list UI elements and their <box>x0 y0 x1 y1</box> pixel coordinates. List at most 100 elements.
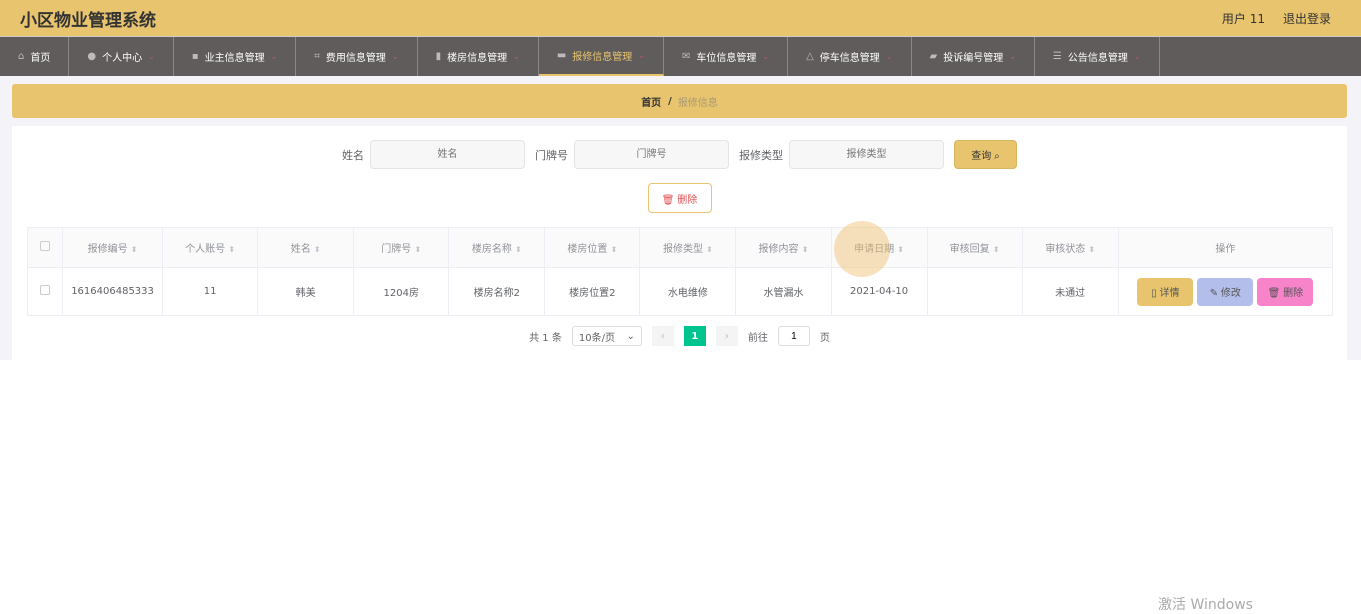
delete-button[interactable]: 🗑 删除 <box>1257 277 1314 306</box>
nav-item[interactable]: ▮ 楼房信息管理 ⌄ <box>418 37 539 76</box>
query-button[interactable]: 查询 ⌕ <box>954 140 1017 169</box>
sort-icon[interactable]: ⬍ <box>414 245 421 254</box>
prev-page-button[interactable]: ‹ <box>651 326 674 346</box>
page-button[interactable]: 1 <box>683 326 706 346</box>
sort-icon[interactable]: ⬍ <box>897 245 904 254</box>
chevron-down-icon: ⌄ <box>1009 52 1016 61</box>
batch-delete-button[interactable]: 🗑 删除 <box>647 183 712 213</box>
column-header[interactable]: 姓名 ⬍ <box>257 227 355 268</box>
chevron-down-icon: ⌄ <box>513 52 520 61</box>
search-form: 姓名 门牌号 报修类型 查询 ⌕ <box>27 140 1332 169</box>
header-label: 楼房名称 <box>471 244 512 255</box>
nav-item[interactable]: △ 停车信息管理 ⌄ <box>788 37 912 76</box>
chevron-down-icon: ⌄ <box>391 52 399 61</box>
next-page-button[interactable]: › <box>715 326 738 346</box>
sort-icon[interactable]: ⬍ <box>228 245 235 254</box>
breadcrumb: 首页 / 报修信息 <box>12 84 1347 118</box>
goto-label: 前往 <box>747 332 768 344</box>
column-header[interactable]: 报修编号 ⬍ <box>62 227 164 268</box>
column-header[interactable]: 报修类型 ⬍ <box>639 227 737 268</box>
page-unit-label: 页 <box>819 332 830 344</box>
nav-label: 楼房信息管理 <box>447 53 508 64</box>
nav-label: 车位信息管理 <box>696 53 757 64</box>
home-icon: ⌂ <box>18 51 25 62</box>
type-input[interactable] <box>789 140 944 169</box>
wallet-icon: ▪ <box>191 51 199 62</box>
sort-icon[interactable]: ⬍ <box>706 245 713 254</box>
detail-button[interactable]: ▯ 详情 <box>1137 277 1194 306</box>
nav-label: 停车信息管理 <box>819 53 880 64</box>
header-label: 审核状态 <box>1045 244 1086 255</box>
sort-icon[interactable]: ⬍ <box>314 245 321 254</box>
nav-item[interactable]: ▬ 报修信息管理 ⌄ <box>538 37 664 76</box>
actions-cell: ▯ 详情 ✎ 修改 🗑 删除 <box>1117 267 1334 316</box>
nav-item[interactable]: ▪ 业主信息管理 ⌄ <box>174 37 297 76</box>
table-row: 1616406485333 11 韩美 1204房 楼房名称2 楼房位置2 水电维修 水管漏水… <box>26 267 1334 316</box>
chevron-down-icon: ⌄ <box>762 52 770 61</box>
table-cell: 1616406485333 <box>62 267 164 316</box>
row-checkbox[interactable] <box>26 267 64 316</box>
table-cell: 水电维修 <box>639 267 737 316</box>
app-title: 小区物业管理系统 <box>20 10 156 31</box>
sort-icon[interactable]: ⬍ <box>993 245 1000 254</box>
sort-icon[interactable]: ⬍ <box>515 245 522 254</box>
nav-item[interactable]: ▰ 投诉编号管理 ⌄ <box>912 37 1035 76</box>
nav-label: 公告信息管理 <box>1067 53 1128 64</box>
header-label: 报修类型 <box>662 244 703 255</box>
table-cell: 楼房位置2 <box>544 267 641 316</box>
total-count: 共 1 条 <box>529 332 562 344</box>
crop-icon: ⌗ <box>314 51 320 62</box>
nav-item[interactable]: ✉ 车位信息管理 ⌄ <box>664 37 789 76</box>
chevron-down-icon: ⌄ <box>148 52 155 61</box>
chevron-down-icon: ⌄ <box>638 51 645 60</box>
header-label: 个人账号 <box>185 244 226 255</box>
table-cell: 2021-04-10 <box>830 267 928 316</box>
column-header: 操作 <box>1117 227 1334 268</box>
nav-label: 业主信息管理 <box>204 53 265 64</box>
select-all-checkbox[interactable] <box>26 227 64 268</box>
door-input[interactable] <box>574 140 729 169</box>
table-cell: 11 <box>162 267 259 316</box>
nav-label: 报修信息管理 <box>572 52 633 63</box>
sort-icon[interactable]: ⬍ <box>1088 245 1095 254</box>
repair-table: 报修编号 ⬍ 个人账号 ⬍ 姓名 ⬍ 门牌号 ⬍ 楼房名称 ⬍ 楼房位置 ⬍ 报修类型 ⬍ 报… <box>26 227 1334 316</box>
header-label: 姓名 <box>290 244 311 255</box>
main-nav: ⌂ 首页 ● 个人中心 ⌄ ▪ 业主信息管理 ⌄ ⌗ 费用信息管理 ⌄ ▮ 楼房信息管理 ⌄ ▬ 报修信息管理… <box>0 36 1361 76</box>
sort-icon[interactable]: ⬍ <box>611 245 618 254</box>
user-label: 用户 11 <box>1221 11 1265 26</box>
name-input[interactable] <box>370 140 525 169</box>
header-label: 操作 <box>1215 244 1236 255</box>
header-label: 楼房位置 <box>567 244 608 255</box>
sort-icon[interactable]: ⬍ <box>131 245 138 254</box>
nav-item[interactable]: ⌂ 首页 <box>0 37 70 76</box>
sort-icon[interactable]: ⬍ <box>802 245 809 254</box>
header-label: 报修编号 <box>87 244 128 255</box>
chevron-down-icon: ⌄ <box>626 330 635 342</box>
chevron-down-icon: ⌄ <box>270 52 278 61</box>
column-header[interactable]: 门牌号 ⬍ <box>353 227 450 268</box>
column-header[interactable]: 报修内容 ⬍ <box>735 227 832 268</box>
name-label: 姓名 <box>342 148 364 162</box>
column-header[interactable]: 楼房名称 ⬍ <box>448 227 546 268</box>
type-label: 报修类型 <box>739 148 783 162</box>
door-label: 门牌号 <box>535 148 568 162</box>
page-size-value: 10条/页 <box>578 332 615 344</box>
page-size-select[interactable]: 10条/页 ⌄ <box>571 326 642 346</box>
column-header[interactable]: 楼房位置 ⬍ <box>544 227 641 268</box>
top-bar: 小区物业管理系统 用户 11 退出登录 <box>0 0 1361 36</box>
table-cell: 韩美 <box>257 267 355 316</box>
column-header[interactable]: 审核回复 ⬍ <box>926 227 1023 268</box>
nav-item[interactable]: ☰ 公告信息管理 ⌄ <box>1035 37 1160 76</box>
edit-button[interactable]: ✎ 修改 <box>1197 277 1254 306</box>
column-header[interactable]: 审核状态 ⬍ <box>1021 227 1119 268</box>
goto-page-input[interactable] <box>777 326 810 346</box>
column-header[interactable]: 个人账号 ⬍ <box>162 227 259 268</box>
table-cell <box>926 267 1023 316</box>
table-cell: 1204房 <box>353 267 450 316</box>
table-cell: 水管漏水 <box>735 267 832 316</box>
building-icon: ▮ <box>435 51 442 62</box>
nav-item[interactable]: ● 个人中心 ⌄ <box>69 37 174 76</box>
logout-link[interactable]: 退出登录 <box>1283 12 1331 26</box>
breadcrumb-home[interactable]: 首页 <box>641 94 661 109</box>
nav-item[interactable]: ⌗ 费用信息管理 ⌄ <box>296 37 418 76</box>
